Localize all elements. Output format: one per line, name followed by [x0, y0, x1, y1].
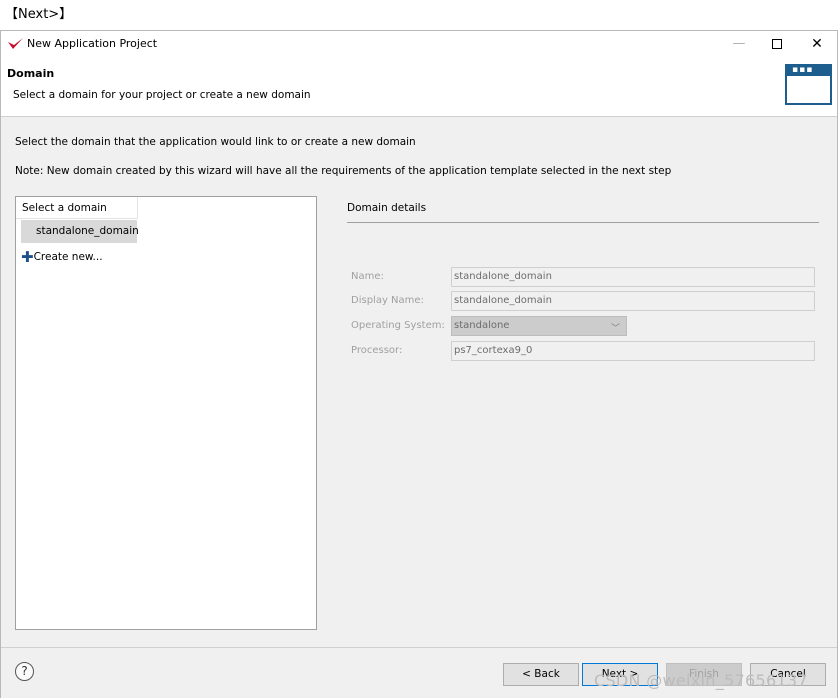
- processor-label: Processor:: [351, 345, 403, 356]
- plus-icon: ✚: [21, 248, 34, 266]
- page-title: Domain: [7, 67, 55, 80]
- display-name-label: Display Name:: [351, 295, 424, 306]
- dropdown-arrow-icon: ﹀: [610, 324, 620, 334]
- create-new-link[interactable]: ✚Create new...: [21, 248, 103, 266]
- title-bar: New Application Project — ✕: [1, 31, 837, 57]
- page-subtitle: Select a domain for your project or crea…: [13, 89, 311, 101]
- display-name-field: standalone_domain: [451, 291, 815, 311]
- dialog-window: New Application Project — ✕ Domain Selec…: [0, 30, 838, 698]
- minimize-icon[interactable]: —: [729, 34, 749, 54]
- watermark: CSDN @weixin_57656137: [594, 671, 808, 690]
- domain-details-title: Domain details: [347, 202, 427, 214]
- wizard-header: Domain Select a domain for your project …: [1, 57, 837, 117]
- divider: [347, 222, 819, 223]
- help-icon[interactable]: ?: [15, 662, 34, 681]
- window-title: New Application Project: [27, 37, 158, 50]
- name-label: Name:: [351, 271, 384, 282]
- note-text: Note: New domain created by this wizard …: [15, 165, 672, 177]
- operating-system-select: standalone ﹀: [451, 316, 627, 336]
- close-icon[interactable]: ✕: [807, 34, 827, 54]
- wizard-window-icon: ▪▪▪: [785, 64, 832, 105]
- operating-system-value: standalone: [454, 320, 510, 331]
- instruction-text: Select the domain that the application w…: [15, 136, 416, 148]
- name-field: standalone_domain: [451, 267, 815, 287]
- domain-list-header: Select a domain: [16, 197, 138, 219]
- back-button[interactable]: < Back: [503, 663, 579, 686]
- operating-system-label: Operating System:: [351, 320, 445, 331]
- page-caption: 【Next>】: [5, 7, 73, 22]
- wizard-body: Select the domain that the application w…: [1, 118, 837, 646]
- maximize-icon[interactable]: [767, 34, 787, 54]
- domain-list: Select a domain standalone_domain ✚Creat…: [15, 196, 317, 630]
- processor-field: ps7_cortexa9_0: [451, 341, 815, 361]
- create-new-label: Create new...: [33, 251, 103, 263]
- domain-item-standalone[interactable]: standalone_domain: [21, 220, 139, 243]
- app-logo-icon: [8, 38, 23, 49]
